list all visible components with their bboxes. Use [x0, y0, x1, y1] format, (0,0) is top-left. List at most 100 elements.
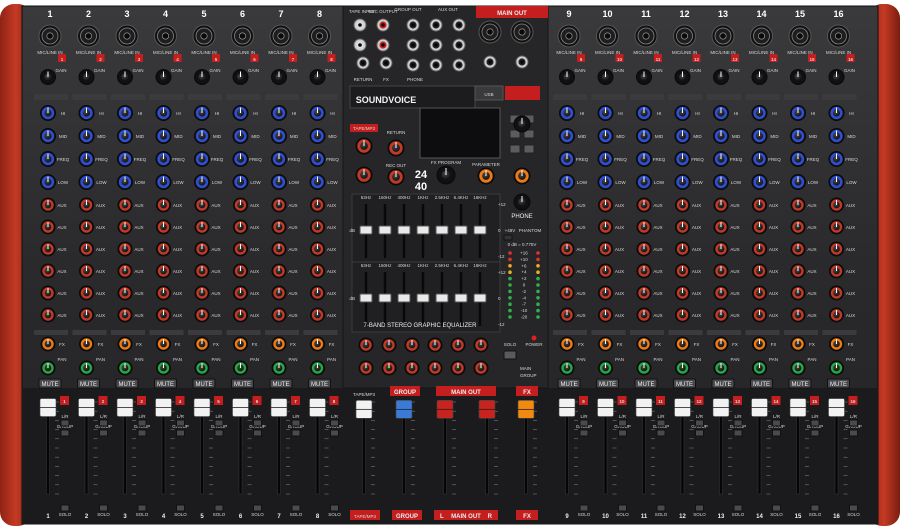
mic-line-input-9[interactable]: [557, 24, 581, 48]
aux-knob-3-5[interactable]: [194, 241, 210, 257]
aux-knob-3-16[interactable]: [829, 241, 844, 257]
eq-knob-low-10[interactable]: [597, 174, 614, 190]
eq-slider-cap-r[interactable]: [397, 293, 411, 303]
aux-master-knob-2[interactable]: [381, 337, 397, 353]
group-button-4[interactable]: [176, 429, 185, 437]
player-button-3[interactable]: [509, 144, 521, 154]
mic-line-input-16[interactable]: [827, 24, 850, 48]
out-jack-1[interactable]: [406, 18, 420, 32]
rec-out-knob[interactable]: [387, 168, 405, 186]
aux-return-knob-6[interactable]: [473, 360, 489, 376]
eq-knob-freq-3[interactable]: [117, 151, 133, 167]
aux-knob-5-9[interactable]: [559, 285, 575, 301]
aux-knob-3-7[interactable]: [271, 241, 287, 257]
aux-knob-2-14[interactable]: [752, 219, 767, 235]
rca-jack-1[interactable]: [353, 18, 367, 32]
eq-slider-cap-l[interactable]: [378, 225, 392, 235]
aux-knob-3-8[interactable]: [310, 241, 325, 257]
gain-knob-14[interactable]: [751, 69, 768, 85]
group-button-6[interactable]: [253, 429, 262, 437]
mic-line-input-6[interactable]: [231, 24, 254, 48]
mic-line-input-2[interactable]: [77, 24, 100, 48]
eq-slider-cap-l[interactable]: [359, 225, 373, 235]
aux-knob-2-4[interactable]: [156, 219, 171, 235]
main-out-jack-l[interactable]: [483, 55, 497, 69]
aux-knob-6-12[interactable]: [675, 307, 690, 323]
solo-button-4[interactable]: [176, 504, 185, 512]
aux-knob-6-2[interactable]: [79, 307, 94, 323]
aux-knob-5-15[interactable]: [790, 285, 806, 301]
lr-button-3[interactable]: [137, 419, 147, 427]
eq-knob-hi-2[interactable]: [78, 105, 95, 121]
aux-knob-1-1[interactable]: [40, 197, 56, 213]
aux-knob-2-13[interactable]: [713, 219, 729, 235]
aux-knob-4-5[interactable]: [194, 263, 210, 279]
out-jack-3[interactable]: [452, 18, 466, 32]
aux-knob-5-13[interactable]: [713, 285, 729, 301]
lr-button-5[interactable]: [214, 419, 224, 427]
gain-knob-16[interactable]: [828, 69, 845, 85]
eq-knob-mid-6[interactable]: [232, 128, 249, 144]
mic-line-input-11[interactable]: [634, 24, 658, 48]
aux-master-knob-4[interactable]: [427, 337, 443, 353]
pan-knob-2[interactable]: [79, 360, 94, 376]
aux-knob-1-2[interactable]: [79, 197, 94, 213]
eq-knob-hi-10[interactable]: [597, 105, 614, 121]
group-button-2[interactable]: [99, 429, 108, 437]
aux-knob-6-11[interactable]: [636, 307, 652, 323]
aux-knob-6-1[interactable]: [40, 307, 56, 323]
player-button-6[interactable]: [523, 144, 535, 154]
eq-knob-freq-14[interactable]: [751, 151, 768, 167]
aux-knob-2-8[interactable]: [310, 219, 325, 235]
aux-knob-4-14[interactable]: [752, 263, 767, 279]
aux-knob-4-4[interactable]: [156, 263, 171, 279]
aux-knob-1-6[interactable]: [233, 197, 248, 213]
aux-knob-6-4[interactable]: [156, 307, 171, 323]
aux-knob-2-1[interactable]: [40, 219, 56, 235]
aux-knob-5-16[interactable]: [829, 285, 844, 301]
aux-knob-3-12[interactable]: [675, 241, 690, 257]
fx-knob-1[interactable]: [40, 336, 56, 352]
solo-button-9[interactable]: [579, 504, 589, 512]
return-jack-l[interactable]: [356, 56, 370, 70]
aux-knob-4-8[interactable]: [310, 263, 325, 279]
eq-knob-freq-12[interactable]: [674, 151, 691, 167]
mic-line-input-5[interactable]: [192, 24, 216, 48]
aux-knob-4-12[interactable]: [675, 263, 690, 279]
lr-button-2[interactable]: [99, 419, 108, 427]
eq-knob-mid-16[interactable]: [828, 128, 845, 144]
aux-master-knob-3[interactable]: [404, 337, 420, 353]
rca-jack-3[interactable]: [353, 38, 367, 52]
out-jack-6[interactable]: [452, 38, 466, 52]
main-out-jack-r[interactable]: [515, 55, 529, 69]
eq-knob-hi-15[interactable]: [790, 105, 806, 121]
out-jack-7[interactable]: [406, 58, 420, 72]
eq-knob-hi-12[interactable]: [674, 105, 691, 121]
aux-knob-6-7[interactable]: [271, 307, 287, 323]
aux-knob-4-2[interactable]: [79, 263, 94, 279]
aux-knob-2-5[interactable]: [194, 219, 210, 235]
mic-line-input-12[interactable]: [673, 24, 696, 48]
aux-knob-6-16[interactable]: [829, 307, 844, 323]
gain-knob-2[interactable]: [78, 69, 95, 85]
eq-knob-hi-16[interactable]: [828, 105, 845, 121]
main-out-xlr-r[interactable]: [510, 20, 534, 44]
out-jack-9[interactable]: [452, 58, 466, 72]
eq-knob-freq-7[interactable]: [271, 151, 287, 167]
pan-knob-5[interactable]: [194, 360, 210, 376]
aux-knob-5-8[interactable]: [310, 285, 325, 301]
gain-knob-8[interactable]: [309, 69, 326, 85]
aux-knob-2-7[interactable]: [271, 219, 287, 235]
gain-knob-11[interactable]: [636, 69, 652, 85]
gain-knob-13[interactable]: [713, 69, 729, 85]
aux-knob-2-12[interactable]: [675, 219, 690, 235]
gain-knob-3[interactable]: [117, 69, 133, 85]
eq-knob-hi-11[interactable]: [636, 105, 652, 121]
eq-knob-hi-1[interactable]: [40, 105, 56, 121]
eq-slider-cap-r[interactable]: [435, 293, 449, 303]
pan-knob-16[interactable]: [829, 360, 844, 376]
lr-button-4[interactable]: [176, 419, 185, 427]
gain-knob-12[interactable]: [674, 69, 691, 85]
eq-knob-mid-3[interactable]: [117, 128, 133, 144]
aux-knob-3-6[interactable]: [233, 241, 248, 257]
